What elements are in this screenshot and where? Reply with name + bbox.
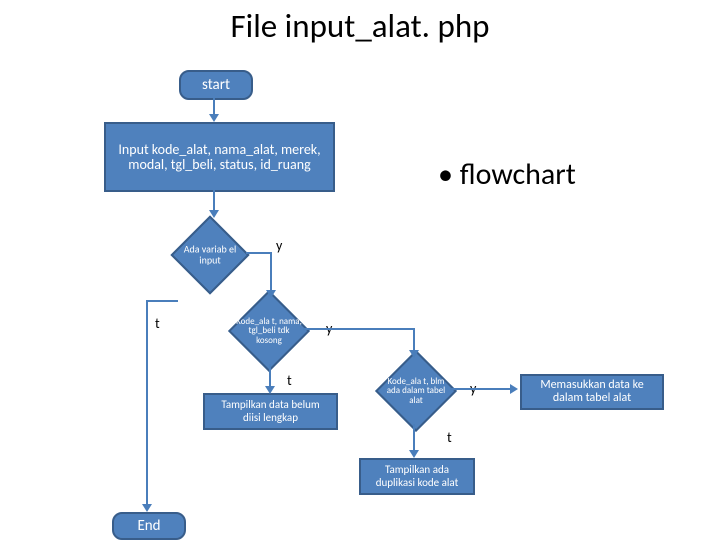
end-node: End: [112, 512, 186, 540]
arrowhead-down: [142, 504, 152, 512]
arrow: [450, 388, 512, 390]
decision-kode-nama-tgl: Kode_ala t, nama, tgl_beli tdk kosong: [228, 290, 310, 372]
arrowhead-down: [209, 210, 219, 218]
arrow: [246, 252, 272, 254]
arrow: [146, 300, 178, 302]
arrowhead-down: [409, 450, 419, 458]
msg-dup-line1: Tampilkan ada: [385, 464, 449, 476]
arrowhead-down: [266, 290, 276, 298]
decision-3-label: Kode_ala t, blm ada dalam tabel alat: [383, 377, 449, 405]
decision-1-label: Ada variab el input: [179, 245, 241, 266]
decision-2-label: Kode_ala t, nama, tgl_beli tdk kosong: [236, 317, 302, 345]
msg-incomplete-line2: diisi lengkap: [243, 412, 298, 424]
msg-insert-line2: dalam tabel alat: [553, 392, 631, 405]
decision-kode-belum-ada: Kode_ala t, blm ada dalam tabel alat: [375, 350, 457, 432]
start-node: start: [179, 70, 253, 100]
msg-incomplete-line1: Tampilkan data belum: [221, 399, 319, 411]
branch-label-y1: y: [276, 237, 282, 254]
flowchart-bullet: flowchart: [438, 156, 576, 193]
process-duplikasi: Tampilkan ada duplikasi kode alat: [359, 458, 475, 495]
branch-label-t1: t: [155, 315, 160, 332]
arrowhead-down: [265, 386, 275, 394]
process-data-belum-lengkap: Tampilkan data belum diisi lengkap: [203, 393, 338, 430]
arrow: [146, 300, 148, 506]
branch-label-t2: t: [287, 372, 292, 389]
arrow: [270, 252, 272, 292]
page-title: File input_alat. php: [0, 6, 720, 46]
msg-dup-line2: duplikasi kode alat: [376, 477, 459, 489]
arrow: [413, 424, 415, 452]
decision-ada-variabel-input: Ada variab el input: [170, 215, 249, 294]
input-box: Input kode_alat, nama_alat, merek, modal…: [104, 122, 335, 192]
arrow: [269, 364, 271, 388]
arrowhead-down: [209, 114, 219, 122]
process-insert: Memasukkan data ke dalam tabel alat: [520, 374, 664, 410]
branch-label-t3: t: [447, 429, 452, 446]
arrow: [413, 328, 415, 352]
arrow: [303, 328, 415, 330]
arrowhead-right: [510, 384, 518, 394]
arrowhead-down: [409, 350, 419, 358]
